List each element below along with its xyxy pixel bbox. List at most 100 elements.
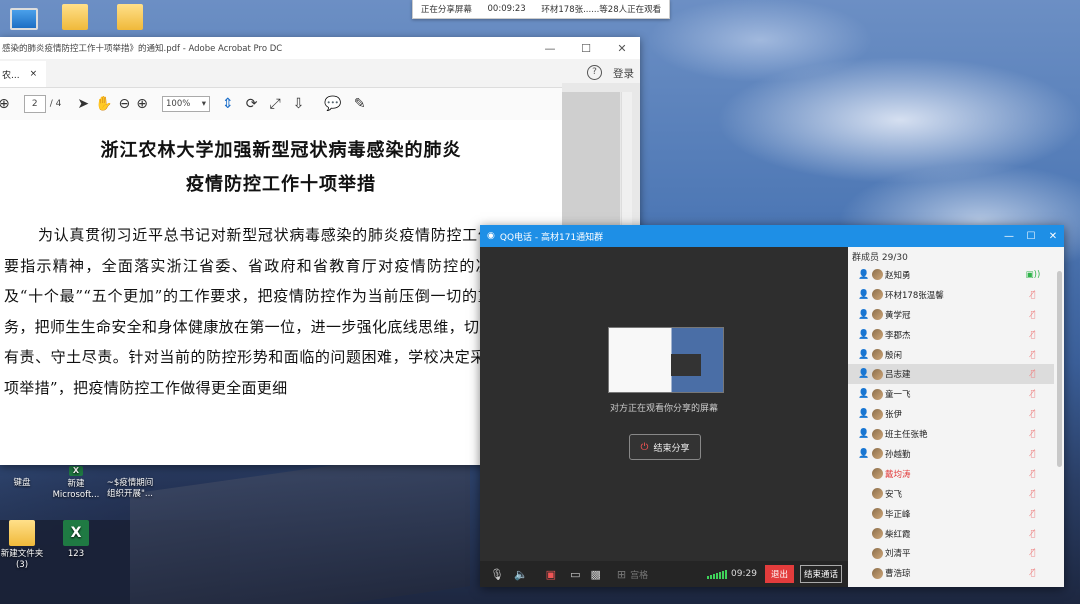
member-name: 黄学冠: [885, 310, 911, 321]
desktop-icon-label: 新建 Microsoft...: [52, 479, 100, 500]
avatar: [872, 349, 883, 360]
zoom-in-icon[interactable]: ⊕: [136, 94, 148, 114]
microphone-icon[interactable]: 🎙: [490, 568, 504, 581]
desktop-icon-computer[interactable]: [0, 4, 52, 33]
member-row[interactable]: 毕正峰 🎙̸: [848, 504, 1054, 524]
avatar: [872, 289, 883, 301]
member-row[interactable]: 柴红霞 🎙̸: [848, 524, 1054, 544]
page-number-input[interactable]: 2: [23, 95, 46, 113]
hand-tool-icon[interactable]: ✋: [95, 94, 112, 114]
pen-icon[interactable]: ✎: [354, 94, 366, 114]
grid-icon[interactable]: ⊞: [617, 568, 626, 581]
help-icon[interactable]: ?: [587, 65, 602, 80]
mic-muted-icon: 🎙̸: [1030, 289, 1036, 300]
person-icon: 👤: [858, 269, 870, 280]
fit-page-icon[interactable]: ⇕: [222, 94, 234, 114]
mic-muted-icon: 🎙̸: [1030, 548, 1036, 559]
avatar: [872, 567, 883, 579]
screen-share-icon[interactable]: ▭: [570, 568, 580, 581]
minimize-icon[interactable]: —: [998, 231, 1020, 242]
mic-muted-icon: 🎙̸: [1030, 329, 1036, 340]
share-preview-area: 对方正在观看你分享的屏幕 ⏻ 结束分享: [480, 247, 848, 561]
zoom-out-icon[interactable]: ⊖: [119, 94, 131, 114]
member-row[interactable]: 👤 童一飞 🎙̸: [848, 384, 1054, 404]
desktop-icon-folder[interactable]: [47, 4, 103, 33]
desktop-icon-label: ~$疫情期间 组织开展"...: [106, 478, 154, 499]
desktop-icon-new-excel[interactable]: X 新建 Microsoft...: [48, 466, 104, 501]
grid-label[interactable]: 宫格: [630, 568, 648, 581]
desktop-icon-new-folder[interactable]: 新建文件夹 (3): [0, 520, 50, 571]
scroll-mode-icon[interactable]: ⇩: [293, 94, 305, 114]
person-icon: [858, 568, 868, 578]
avatar: [872, 408, 883, 420]
share-viewers: 环材178张......等28人正在观看: [541, 5, 662, 15]
exit-button[interactable]: 退出: [764, 565, 794, 583]
member-row[interactable]: 👤 李郡杰 🎙̸: [848, 325, 1054, 345]
acrobat-titlebar: 感染的肺炎疫情防控工作十项举措》的通知.pdf - Adobe Acrobat …: [0, 37, 640, 59]
login-link[interactable]: 登录: [613, 66, 634, 81]
member-row[interactable]: 👤 孙越勤 🎙̸: [848, 444, 1054, 464]
member-scrollbar[interactable]: [1057, 271, 1062, 467]
member-name: 童一飞: [885, 390, 911, 401]
member-row[interactable]: 安飞 🎙̸: [848, 484, 1054, 504]
member-name: 安飞: [885, 489, 903, 500]
member-panel: 群成员 29/30 👤 赵知勇 ▣)) 👤 环材178张温馨 🎙̸ 👤 黄学冠 🎙̸ 👤 李郡杰 🎙̸…: [848, 247, 1064, 587]
member-name: 刘清平: [885, 549, 911, 560]
gift-icon[interactable]: ▩: [590, 568, 600, 581]
member-row[interactable]: 👤 张伊 🎙̸: [848, 404, 1054, 424]
member-row[interactable]: 👤 黄学冠 🎙̸: [848, 305, 1054, 325]
member-row[interactable]: 👤 殷闲 🎙̸: [848, 345, 1054, 365]
person-icon: 👤: [858, 289, 870, 300]
camera-off-icon[interactable]: ▣: [546, 568, 556, 581]
minimize-icon[interactable]: —: [532, 42, 568, 55]
maximize-icon[interactable]: ☐: [1020, 231, 1042, 242]
mic-muted-icon: 🎙̸: [1030, 468, 1036, 479]
mic-muted-icon: 🎙̸: [1030, 369, 1036, 380]
desktop-icon-label: 键盘: [13, 478, 31, 488]
power-icon: ⏻: [640, 441, 649, 453]
member-count: 群成员 29/30: [852, 252, 908, 263]
share-timer: 00:09:23: [487, 4, 526, 14]
end-share-button[interactable]: ⏻ 结束分享: [629, 434, 701, 460]
excel-icon: X: [63, 520, 89, 546]
close-icon[interactable]: ✕: [604, 42, 640, 55]
close-icon[interactable]: ✕: [1042, 231, 1064, 242]
desktop-icon-folder[interactable]: [102, 4, 158, 33]
fullscreen-icon[interactable]: ⤢: [269, 94, 280, 114]
doc-body: 为认真贯彻习近平总书记对新型冠状病毒感染的肺炎疫情防控工作作出的重要指示精神，全…: [4, 226, 556, 397]
tab-close-icon[interactable]: ×: [30, 69, 38, 79]
member-row[interactable]: 👤 环材178张温馨 🎙̸: [848, 285, 1054, 305]
comment-icon[interactable]: 💬: [324, 94, 341, 114]
member-row[interactable]: 👤 赵知勇 ▣)): [848, 265, 1054, 285]
maximize-icon[interactable]: ☐: [568, 42, 604, 55]
desktop-icon-temp-doc[interactable]: ~$疫情期间 组织开展"...: [102, 478, 158, 500]
speaker-icon[interactable]: 🔈: [514, 568, 528, 581]
member-row[interactable]: 戴均涛 🎙̸: [848, 464, 1054, 484]
doc-title-line-2: 疫情防控工作十项举措: [186, 174, 376, 195]
desktop-icon-keyboard[interactable]: 键盘: [0, 478, 50, 489]
avatar: [872, 547, 883, 559]
member-row[interactable]: 曹浩琼 🎙̸: [848, 563, 1054, 583]
qq-logo-icon: ◉: [487, 231, 495, 241]
member-name: 班主任张艳: [885, 430, 928, 441]
shared-screen-thumbnail: [608, 327, 724, 393]
tab-document[interactable]: 农... ×: [0, 61, 46, 87]
qq-window-title: QQ电话 - 高材171通知群: [499, 232, 604, 243]
call-timer: 09:29: [731, 569, 757, 579]
member-row[interactable]: 👤 吕志建 🎙̸: [848, 364, 1054, 385]
avatar: [872, 508, 883, 520]
avatar: [872, 388, 883, 400]
desktop-icon-123[interactable]: X 123: [48, 520, 104, 560]
zoom-select[interactable]: 100% ▾: [162, 96, 210, 112]
member-row[interactable]: 👤 班主任张艳 🎙̸: [848, 424, 1054, 444]
share-status-text: 对方正在观看你分享的屏幕: [609, 404, 718, 414]
mic-muted-icon: 🎙̸: [1030, 488, 1036, 499]
select-cursor-icon[interactable]: ➤: [77, 94, 89, 114]
member-row[interactable]: 刘清平 🎙̸: [848, 543, 1054, 563]
acrobat-toolbar: ⊕ 2 / 4 ➤ ✋ ⊖ ⊕ 100% ▾ ⇕ ⟳ ⤢ ⇩ 💬 ✎: [0, 88, 640, 121]
end-call-button[interactable]: 结束通话: [799, 565, 842, 583]
chevron-down-icon: ▾: [201, 99, 206, 109]
person-icon: [858, 529, 868, 539]
next-page-icon[interactable]: ⊕: [0, 94, 10, 114]
rotate-icon[interactable]: ⟳: [246, 94, 258, 114]
